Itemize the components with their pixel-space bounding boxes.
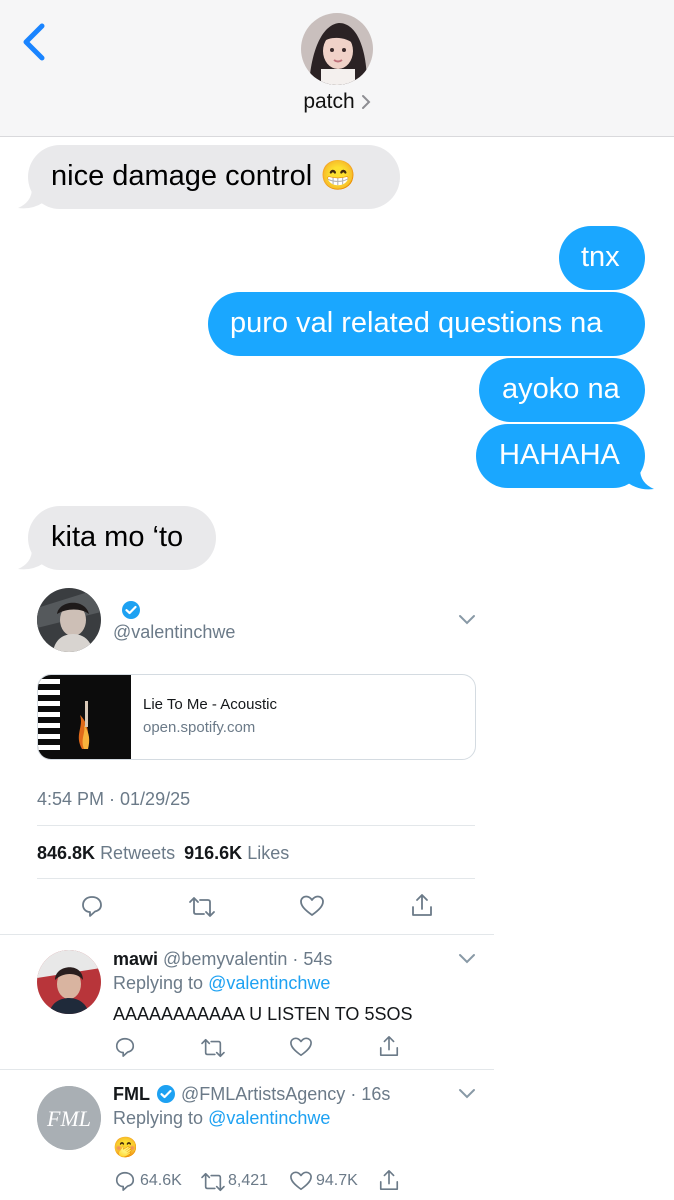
reply-author-name[interactable]: FML (113, 1084, 150, 1104)
like-heart-icon[interactable] (289, 1170, 313, 1192)
message-bubble-sent[interactable]: tnx (559, 226, 645, 290)
tweet-timestamp: 4:54 PM · 01/29/25 (37, 789, 191, 809)
reply-text: 🤭 (113, 1137, 138, 1159)
like-heart-icon[interactable] (299, 894, 325, 918)
reply-icon[interactable] (114, 1170, 136, 1192)
reply-header: mawi @bemyvalentin · 54s (113, 949, 332, 970)
chevron-down-icon[interactable] (458, 614, 476, 626)
reply-author-meta[interactable]: @bemyvalentin · 54s (163, 949, 332, 969)
reply-header: FML (113, 1084, 150, 1105)
replying-to-line: Replying to @valentinchwe (113, 1108, 330, 1129)
message-text: nice damage control 😁 (51, 160, 357, 192)
replying-to-link[interactable]: @valentinchwe (208, 1108, 330, 1128)
likes-count: 916.6K (184, 843, 243, 863)
replying-to-link[interactable]: @valentinchwe (208, 973, 330, 993)
reply-author-meta[interactable]: @FMLArtistsAgency · 16s (181, 1084, 390, 1105)
retweet-icon[interactable] (200, 1171, 226, 1193)
contact-name: patch (303, 90, 355, 113)
message-text: puro val related questions na (230, 307, 603, 339)
tweet-author-avatar[interactable] (37, 588, 101, 652)
verified-badge-icon (157, 1085, 175, 1103)
retweets-count: 846.8K (37, 843, 96, 863)
back-chevron-icon[interactable] (18, 22, 52, 62)
replying-prefix: Replying to (113, 973, 204, 993)
spotify-link-card[interactable]: Lie To Me - Acoustic open.spotify.com (37, 674, 476, 760)
retweet-icon[interactable] (200, 1037, 226, 1059)
tweet-author-handle[interactable]: @valentinchwe (113, 622, 235, 643)
message-bubble-received[interactable]: kita mo ‘to (28, 506, 216, 570)
reply-count: 64.6K (140, 1172, 182, 1189)
retweet-count: 8,421 (228, 1172, 269, 1189)
message-text: ayoko na (502, 373, 620, 405)
card-title: Lie To Me - Acoustic (143, 696, 277, 713)
reply-avatar[interactable] (37, 950, 101, 1014)
chat-header: patch (0, 0, 674, 137)
tweet-stats: 846.8K Retweets 916.6K Likes (37, 843, 289, 864)
reply-avatar[interactable]: FML (37, 1086, 101, 1150)
divider (37, 878, 475, 879)
message-text: tnx (581, 241, 620, 273)
retweets-label[interactable]: Retweets (100, 843, 175, 863)
retweet-icon[interactable] (188, 895, 216, 919)
contact-avatar[interactable] (301, 13, 373, 85)
chevron-right-icon (361, 95, 371, 110)
share-icon[interactable] (378, 1034, 400, 1058)
contact-name-row[interactable]: patch (0, 90, 674, 114)
like-heart-icon[interactable] (289, 1036, 313, 1058)
message-bubble-sent[interactable]: HAHAHA (476, 424, 645, 488)
message-bubble-sent[interactable]: puro val related questions na (208, 292, 645, 356)
likes-label[interactable]: Likes (247, 843, 289, 863)
card-domain: open.spotify.com (143, 719, 256, 736)
reply-text: AAAAAAAAAAA U LISTEN TO 5SOS (113, 1004, 413, 1024)
verified-badge-icon (122, 601, 140, 619)
replying-prefix: Replying to (113, 1108, 204, 1128)
reply-icon[interactable] (80, 894, 104, 918)
reply-icon[interactable] (114, 1036, 136, 1058)
chevron-down-icon[interactable] (458, 953, 476, 965)
share-icon[interactable] (378, 1168, 400, 1192)
share-icon[interactable] (410, 892, 434, 918)
message-text: kita mo ‘to (51, 521, 184, 553)
message-bubble-sent[interactable]: ayoko na (479, 358, 645, 422)
reply-author-name[interactable]: mawi (113, 949, 158, 969)
divider (0, 934, 494, 935)
chevron-down-icon[interactable] (458, 1088, 476, 1100)
replying-to-line: Replying to @valentinchwe (113, 973, 330, 994)
avatar-logo-text: FML (46, 1106, 91, 1131)
album-art-thumbnail (38, 675, 131, 759)
message-bubble-received[interactable]: nice damage control 😁 (28, 145, 400, 209)
divider (0, 1069, 494, 1070)
divider (37, 825, 475, 826)
like-count: 94.7K (316, 1172, 358, 1189)
message-text: HAHAHA (499, 439, 620, 471)
